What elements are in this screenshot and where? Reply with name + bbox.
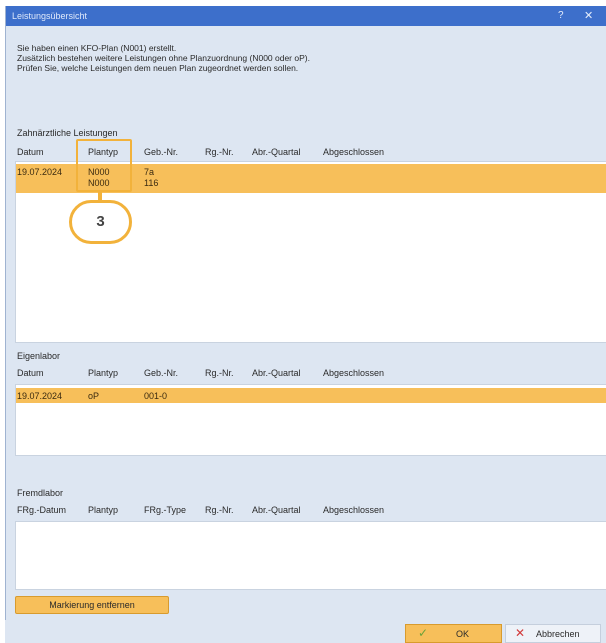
col-rgnr[interactable]: Rg.-Nr.: [205, 505, 234, 515]
fremdlabor-table[interactable]: [15, 521, 606, 590]
col-gebnr[interactable]: Geb.-Nr.: [144, 147, 178, 157]
close-button[interactable]: ✕: [584, 9, 593, 22]
fremdlabor-header: FRg.-Datum Plantyp FRg.-Type Rg.-Nr. Abr…: [17, 505, 597, 517]
col-gebnr[interactable]: Geb.-Nr.: [144, 368, 178, 378]
row-plantyp: oP: [88, 391, 100, 401]
ok-label: OK: [456, 629, 470, 639]
markierung-entfernen-button[interactable]: Markierung entfernen: [15, 596, 169, 614]
col-plantyp[interactable]: Plantyp: [88, 505, 118, 515]
col-abr-quartal[interactable]: Abr.-Quartal: [252, 147, 301, 157]
fremdlabor-title: Fremdlabor: [17, 488, 64, 498]
plantyp-highlight-frame: [76, 139, 132, 192]
intro-line-1: Sie haben einen KFO-Plan (N001) erstellt…: [17, 43, 177, 53]
col-frg-type[interactable]: FRg.-Type: [144, 505, 186, 515]
col-abgeschlossen[interactable]: Abgeschlossen: [323, 505, 384, 515]
window-title: Leistungsübersicht: [12, 11, 88, 21]
dialog-window: Leistungsübersicht ? ✕ Sie haben einen K…: [5, 6, 606, 643]
intro-text: Sie haben einen KFO-Plan (N001) erstellt…: [17, 43, 310, 73]
col-abr-quartal[interactable]: Abr.-Quartal: [252, 505, 301, 515]
col-rgnr[interactable]: Rg.-Nr.: [205, 368, 234, 378]
col-rgnr[interactable]: Rg.-Nr.: [205, 147, 234, 157]
col-frg-datum[interactable]: FRg.-Datum: [17, 505, 66, 515]
col-abgeschlossen[interactable]: Abgeschlossen: [323, 368, 384, 378]
col-datum[interactable]: Datum: [17, 147, 44, 157]
row-gebnr: 116: [144, 178, 159, 188]
intro-line-3: Prüfen Sie, welche Leistungen dem neuen …: [17, 63, 299, 73]
col-datum[interactable]: Datum: [17, 368, 44, 378]
eigenlabor-header: Datum Plantyp Geb.-Nr. Rg.-Nr. Abr.-Quar…: [17, 368, 597, 380]
row-datum: 19.07.2024: [17, 391, 63, 401]
check-icon: ✓: [418, 626, 429, 640]
col-abr-quartal[interactable]: Abr.-Quartal: [252, 368, 301, 378]
row-gebnr: 7a: [144, 167, 155, 177]
intro-line-2: Zusätzlich bestehen weitere Leistungen o…: [17, 53, 310, 63]
row-datum: 19.07.2024: [17, 167, 63, 177]
col-abgeschlossen[interactable]: Abgeschlossen: [323, 147, 384, 157]
help-button[interactable]: ?: [558, 10, 564, 21]
table-row[interactable]: 19.07.2024 oP 001-0: [16, 388, 606, 403]
zahnaerztlich-title: Zahnärztliche Leistungen: [17, 128, 118, 138]
abbrechen-label: Abbrechen: [536, 629, 580, 639]
title-bar: Leistungsübersicht ? ✕: [6, 6, 606, 26]
ok-button[interactable]: ✓ OK: [405, 624, 502, 643]
row-gebnr: 001-0: [144, 391, 168, 401]
abbrechen-button[interactable]: ✕ Abbrechen: [505, 624, 601, 643]
callout-badge: 3: [69, 200, 132, 244]
col-plantyp[interactable]: Plantyp: [88, 368, 118, 378]
x-icon: ✕: [515, 626, 526, 640]
eigenlabor-table[interactable]: 19.07.2024 oP 001-0: [15, 384, 606, 456]
eigenlabor-title: Eigenlabor: [17, 351, 61, 361]
